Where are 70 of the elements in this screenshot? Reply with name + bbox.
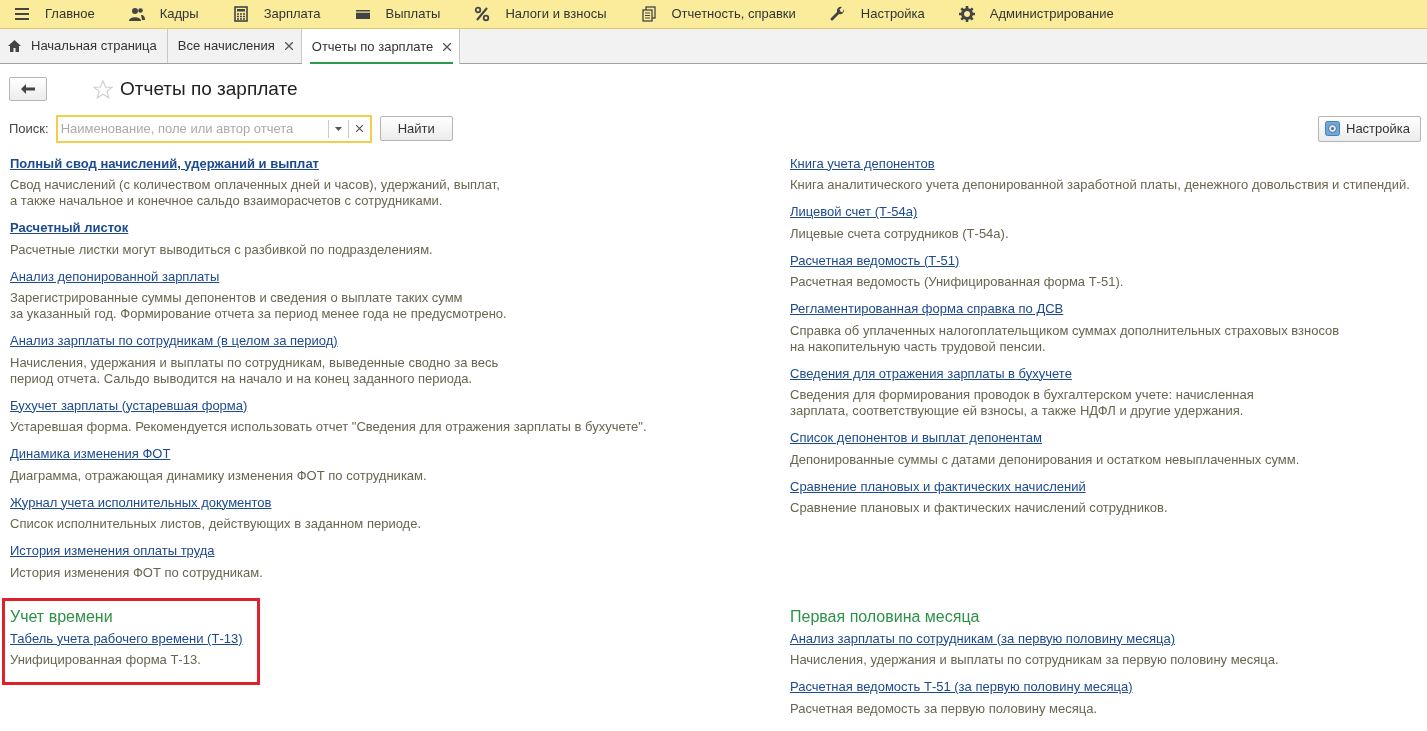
report-description: Свод начислений (с количеством оплаченных дней и часов), удержаний, выплат, а также начальное и конечное сальдо взаиморасчетов с сотрудниками. [10, 177, 501, 209]
report-link[interactable]: Динамика изменения ФОТ [10, 445, 171, 463]
report-description: Устаревшая форма. Рекомендуется использовать отчет "Сведения для отражения зарплаты в бухучете". [10, 419, 648, 435]
report-link[interactable]: История изменения оплаты труда [10, 542, 215, 560]
search-label: Поиск: [9, 119, 49, 138]
report-link[interactable]: Расчетная ведомость Т-51 (за первую половину месяца) [790, 678, 1133, 696]
settings-icon [1325, 121, 1340, 136]
report-description: Начисления, удержания и выплаты по сотрудникам, выведенные сводно за весь период отчета. Сальдо выводится на начало и на конец заданного периода. [10, 354, 500, 387]
section-heading: Учет времени [10, 606, 114, 627]
find-button[interactable]: Найти [379, 116, 453, 141]
report-description: Книга аналитического учета депонированной заработной платы, денежного довольствия и стипендий. [790, 177, 1411, 193]
report-link[interactable]: Журнал учета исполнительных документов [10, 493, 272, 512]
calculator-icon [232, 6, 249, 22]
menu-item[interactable]: Настройка [860, 4, 925, 24]
report-description: Сравнение плановых и фактических начислений сотрудников. [790, 500, 1169, 516]
wrench-icon [829, 6, 846, 22]
report-link[interactable]: Анализ зарплаты по сотрудникам (за первую половину месяца) [790, 629, 1175, 648]
report-link[interactable]: Список депонентов и выплат депонентам [790, 429, 1042, 447]
report-link[interactable]: Расчетная ведомость (Т-51) [790, 251, 960, 270]
report-link[interactable]: Книга учета депонентов [790, 154, 935, 173]
home-icon [8, 40, 21, 52]
menu-item[interactable]: Кадры [159, 4, 199, 24]
documents-icon [640, 6, 657, 22]
section-heading: Первая половина месяца [790, 606, 981, 627]
report-description: Расчетная ведомость за первую половину месяца. [790, 700, 1099, 717]
report-link[interactable]: Сведения для отражения зарплаты в бухучете [790, 364, 1072, 383]
arrow-left-icon [21, 84, 35, 95]
report-description: Унифицированная форма Т-13. [10, 652, 202, 668]
menu-item[interactable]: Администрирование [989, 4, 1114, 24]
caret-down-icon [334, 126, 342, 131]
menu-item[interactable]: Главное [45, 4, 95, 24]
report-description: Лицевые счета сотрудников (Т-54а). [790, 225, 1010, 242]
report-description: Список исполнительных листов, действующих в заданном периоде. [10, 516, 423, 532]
report-link[interactable]: Табель учета рабочего времени (Т-13) [10, 629, 243, 648]
report-description: Депонированные суммы с датами депонирования и остатком невыплаченных сумм. [790, 451, 1301, 468]
close-icon[interactable] [284, 42, 293, 50]
report-link[interactable]: Регламентированная форма справка по ДСВ [790, 300, 1064, 318]
page-title: Отчеты по зарплате [120, 77, 298, 101]
close-icon[interactable] [443, 42, 452, 51]
report-link[interactable]: Анализ зарплаты по сотрудникам (в целом за период) [10, 332, 338, 350]
people-icon [128, 6, 145, 22]
menu-item[interactable]: Отчетность, справки [671, 4, 796, 24]
report-link[interactable]: Лицевой счет (Т-54а) [790, 203, 918, 221]
tab[interactable]: Все начисления [167, 29, 302, 63]
report-description: Начисления, удержания и выплаты по сотрудникам за первую половину месяца. [790, 652, 1280, 668]
report-description: Справка об уплаченных налогоплательщиком суммах дополнительных страховых взносов на накопительную часть трудовой пенсии. [790, 322, 1341, 355]
report-description: Зарегистрированные суммы депонентов и сведения о выплате таких сумм за указанный год. Формирование отчета за период менее года не предусмотрено. [10, 290, 508, 322]
tab[interactable]: Отчеты по зарплате [301, 29, 461, 64]
tab[interactable]: Начальная страница [0, 29, 168, 63]
report-link[interactable]: Бухучет зарплаты (устаревшая форма) [10, 396, 248, 415]
menu-item[interactable]: Налоги и взносы [505, 4, 607, 24]
menu-item[interactable]: Выплаты [385, 4, 441, 24]
report-description: Расчетная ведомость (Унифицированная форма Т-51). [790, 274, 1125, 290]
report-link[interactable]: Анализ депонированной зарплаты [10, 267, 220, 286]
star-icon[interactable] [93, 79, 113, 99]
report-link[interactable]: Сравнение плановых и фактических начислений [790, 477, 1086, 496]
search-field[interactable]: Наименование, поле или автор отчета [55, 114, 372, 143]
menu-item[interactable]: Зарплата [263, 4, 321, 24]
menu-icon [14, 6, 30, 22]
report-description: История изменения ФОТ по сотрудникам. [10, 564, 264, 581]
report-description: Расчетные листки могут выводиться с разбивкой по подразделениям. [10, 241, 434, 258]
report-description: Сведения для формирования проводок в бухгалтерском учете: начисленная зарплата, соответствующие ей взносы, а также НДФЛ и другие удержания. [790, 387, 1255, 419]
percent-icon [474, 6, 491, 22]
back-button[interactable] [9, 77, 47, 102]
close-icon [355, 125, 363, 132]
report-link[interactable]: Расчетный листок [10, 219, 129, 237]
report-link[interactable]: Полный свод начислений, удержаний и выплат [10, 154, 319, 173]
gear-icon [958, 6, 975, 22]
report-description: Диаграмма, отражающая динамику изменения ФОТ по сотрудникам. [10, 467, 428, 484]
settings-button[interactable]: Настройка [1318, 115, 1421, 142]
